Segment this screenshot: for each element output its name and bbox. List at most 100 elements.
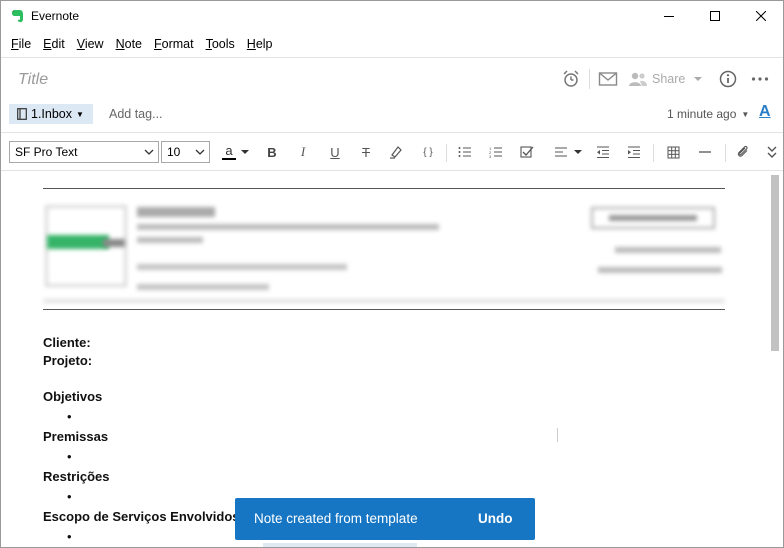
scrollbar-thumb[interactable] [771, 175, 779, 351]
text-color-button[interactable]: a [219, 143, 239, 161]
menu-help[interactable]: Help [241, 34, 279, 56]
blurred-logo-mark [47, 235, 109, 249]
checkbox-icon [520, 146, 534, 158]
blurred-text-line [137, 237, 203, 243]
menu-bar: File Edit View Note Format Tools Help [1, 34, 783, 56]
blurred-text-line [598, 267, 722, 273]
chevron-down-icon [144, 149, 154, 155]
align-dropdown[interactable] [571, 143, 585, 161]
template-header-image [43, 188, 725, 310]
note-actions: Share [561, 67, 769, 91]
section-escopo: Escopo de Serviços Envolvidos [43, 509, 240, 524]
code-block-button[interactable]: { } [417, 143, 439, 161]
maximize-icon [710, 11, 720, 21]
divider [1, 57, 783, 58]
highlighter-icon [390, 146, 402, 159]
undo-button[interactable]: Undo [478, 511, 513, 526]
chevron-down-icon [574, 150, 582, 154]
notebook-selector[interactable]: 1.Inbox ▼ [9, 104, 93, 124]
blurred-text-line [137, 264, 347, 270]
align-left-icon [555, 147, 567, 157]
chevron-down-icon [694, 77, 703, 81]
underline-button[interactable]: U [325, 143, 345, 161]
divider [589, 69, 590, 89]
highlight-button[interactable] [386, 143, 406, 161]
chevron-down-icon [195, 149, 205, 155]
more-formatting-button[interactable] [762, 143, 782, 161]
text-color-swatch [222, 158, 236, 160]
section-restricoes: Restrições [43, 469, 110, 484]
divider [725, 144, 726, 162]
divider [1, 170, 783, 171]
notebook-name: 1.Inbox [31, 107, 73, 121]
last-updated[interactable]: 1 minute ago ▼ [667, 107, 749, 121]
menu-format[interactable]: Format [148, 34, 200, 56]
font-size-select[interactable]: 10 [161, 141, 210, 163]
updated-text: 1 minute ago [667, 107, 737, 121]
text-color-dropdown[interactable] [238, 143, 252, 161]
indent-button[interactable] [624, 143, 644, 161]
text-color-glyph: a [225, 143, 233, 158]
insert-table-button[interactable] [663, 143, 683, 161]
note-title-input[interactable]: Title [18, 71, 48, 89]
attach-file-button[interactable] [733, 143, 753, 161]
menu-tools[interactable]: Tools [200, 34, 241, 56]
indent-icon [628, 146, 640, 158]
format-toolbar: SF Pro Text 10 a B I U T { } 1 2 3 [1, 135, 783, 169]
strikethrough-button[interactable]: T [356, 143, 376, 161]
minimize-button[interactable] [646, 1, 692, 31]
blurred-text-line [137, 207, 215, 217]
reminder-button[interactable] [561, 67, 581, 91]
menu-file[interactable]: File [5, 34, 37, 56]
outdent-icon [597, 146, 609, 158]
divider [446, 144, 447, 162]
more-actions-button[interactable] [751, 67, 769, 91]
outdent-button[interactable] [593, 143, 613, 161]
maximize-button[interactable] [692, 1, 738, 31]
list-item-bullet: • [67, 489, 72, 504]
title-bar: Evernote [1, 1, 783, 31]
bold-button[interactable]: B [262, 143, 282, 161]
section-objetivos: Objetivos [43, 389, 103, 404]
blurred-text-line [137, 224, 439, 230]
chevron-down-icon: ▼ [76, 109, 84, 119]
close-icon [756, 11, 766, 21]
menu-view[interactable]: View [71, 34, 110, 56]
horizontal-rule-button[interactable] [695, 143, 715, 161]
envelope-icon [598, 72, 618, 86]
note-info-button[interactable] [719, 67, 737, 91]
editor-scrollbar[interactable] [769, 173, 781, 547]
numbered-list-button[interactable]: 1 2 3 [486, 143, 506, 161]
toast-notification: Note created from template Undo [235, 498, 535, 540]
menu-edit[interactable]: Edit [37, 34, 71, 56]
evernote-logo-icon [12, 10, 23, 23]
font-style-icon[interactable]: A [759, 103, 771, 121]
blurred-footer-band [43, 299, 725, 303]
list-item-bullet: • [67, 529, 72, 544]
section-premissas: Premissas [43, 429, 109, 444]
bulleted-list-button[interactable] [455, 143, 475, 161]
double-chevron-down-icon [767, 146, 777, 158]
add-tag-input[interactable]: Add tag... [109, 107, 163, 121]
more-dots-icon [752, 77, 769, 81]
share-button[interactable]: Share [628, 67, 703, 91]
table-icon [667, 146, 679, 158]
chevron-down-icon [241, 150, 249, 154]
blurred-text-line [615, 247, 721, 253]
checkbox-button[interactable] [517, 143, 537, 161]
list-item-bullet: • [67, 409, 72, 424]
italic-button[interactable]: I [293, 143, 313, 161]
paperclip-icon [737, 145, 748, 157]
align-button[interactable] [551, 143, 571, 161]
alarm-clock-icon [563, 70, 579, 87]
close-button[interactable] [738, 1, 783, 31]
numbered-list-icon: 1 2 3 [489, 146, 502, 158]
note-editor[interactable]: Cliente: Projeto: Objetivos • Premissas … [1, 173, 767, 547]
email-note-button[interactable] [598, 67, 618, 91]
divider [653, 144, 654, 162]
divider [1, 132, 783, 133]
menu-note[interactable]: Note [110, 34, 148, 56]
blurred-badge-text [609, 215, 697, 221]
font-family-select[interactable]: SF Pro Text [9, 141, 159, 163]
bulleted-list-icon [458, 147, 471, 157]
